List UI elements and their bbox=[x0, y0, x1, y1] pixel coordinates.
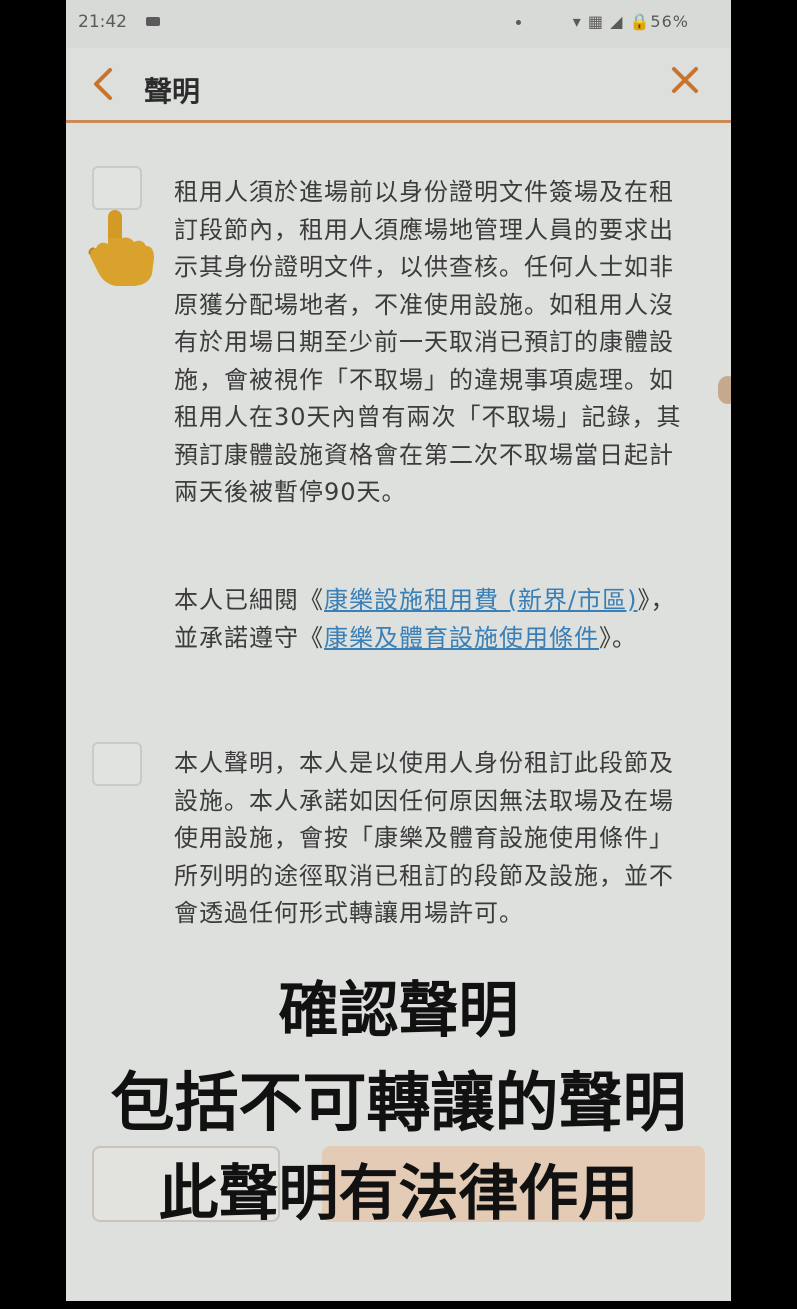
edge-handle[interactable] bbox=[718, 376, 731, 404]
notification-dot-icon bbox=[516, 20, 521, 25]
rental-fee-link[interactable]: 康樂設施租用費 (新界/市區) bbox=[324, 586, 637, 614]
declaration-2-checkbox[interactable] bbox=[92, 742, 142, 786]
pointing-hand-icon bbox=[88, 210, 154, 286]
declaration-1-acknowledgement: 本人已細閱《康樂設施租用費 (新界/市區)》，並承諾遵守《康樂及體育設施使用條件… bbox=[174, 582, 694, 657]
chevron-left-icon-graphic bbox=[94, 68, 112, 100]
facility-conditions-link[interactable]: 康樂及體育設施使用條件 bbox=[324, 624, 599, 652]
page-title: 聲明 bbox=[144, 75, 201, 108]
status-bar: 21:42 ▾ ▦ ◢ 🔒56% bbox=[66, 0, 731, 48]
declaration-2-text: 本人聲明，本人是以使用人身份租訂此段節及設施。本人承諾如因任何原因無法取場及在場… bbox=[174, 749, 674, 927]
status-indicators: ▾ ▦ ◢ 🔒56% bbox=[572, 12, 689, 31]
close-icon-graphic bbox=[672, 67, 698, 93]
chevron-left-icon[interactable] bbox=[88, 64, 124, 104]
status-time: 21:42 bbox=[78, 12, 127, 32]
close-icon[interactable] bbox=[665, 62, 705, 102]
declaration-1-text: 租用人須於進場前以身份證明文件簽場及在租訂段節內，租用人須應場地管理人員的要求出… bbox=[174, 178, 682, 506]
overlay-caption-1: 確認聲明 bbox=[278, 976, 519, 1046]
overlay-caption-3: 此聲明有法律作用 bbox=[158, 1159, 639, 1229]
ack-prefix: 本人已細閱《 bbox=[174, 586, 324, 614]
message-icon bbox=[146, 17, 160, 26]
ack-suffix: 》。 bbox=[599, 623, 637, 652]
declaration-1-checkbox[interactable] bbox=[92, 166, 142, 210]
app-bar: 聲明 bbox=[66, 48, 731, 123]
overlay-caption-2: 包括不可轉讓的聲明 bbox=[110, 1067, 687, 1141]
